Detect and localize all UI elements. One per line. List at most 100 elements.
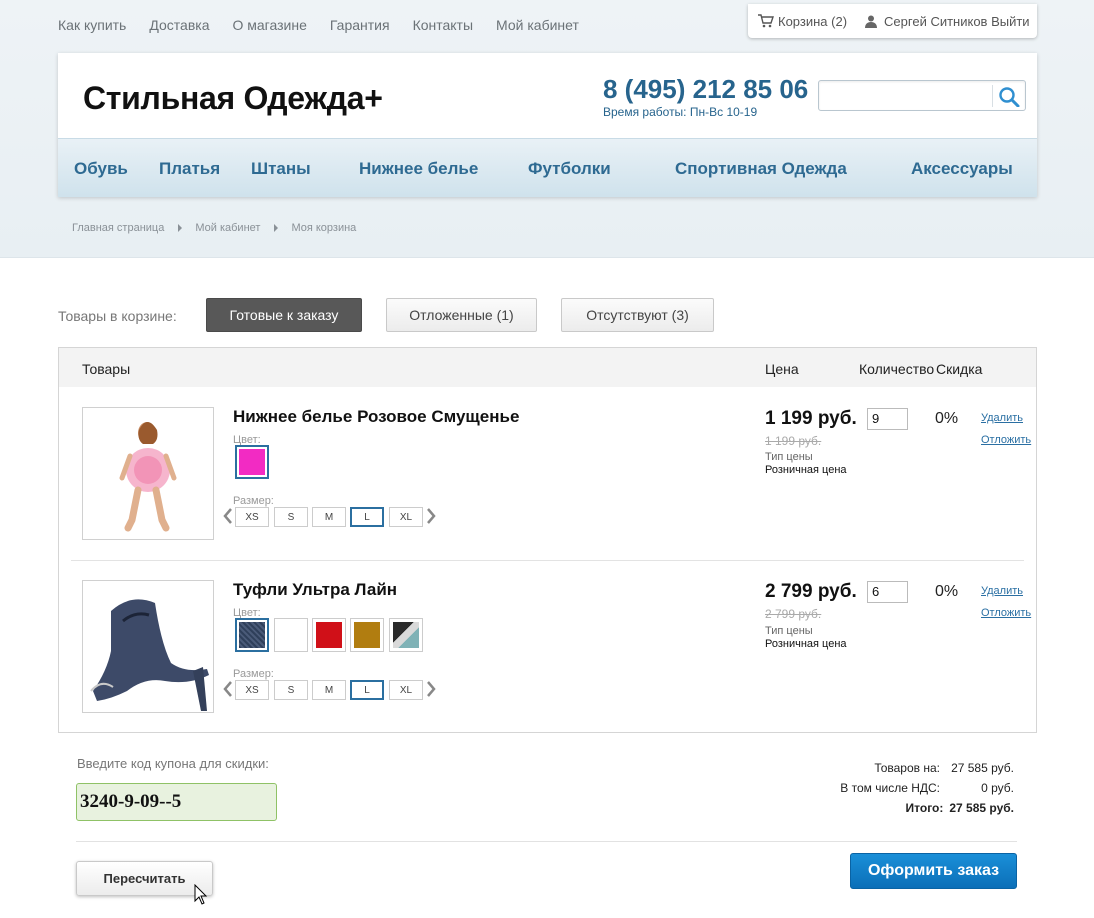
breadcrumb: Главная страница Мой кабинет Моя корзина [72,222,356,234]
size-option[interactable]: M [312,680,346,700]
col-discount: Скидка [936,361,983,377]
search-separator [992,85,993,107]
price-type-label: Тип цены [765,451,813,463]
search-input[interactable] [818,80,1026,111]
breadcrumb-home[interactable]: Главная страница [72,222,164,234]
top-nav-account[interactable]: Мой кабинет [496,17,579,33]
col-products: Товары [82,361,131,377]
col-price: Цена [765,361,799,377]
category-shoes[interactable]: Обувь [74,159,128,179]
size-option[interactable]: S [274,680,308,700]
top-nav-how-to-buy[interactable]: Как купить [58,17,126,33]
category-accessories[interactable]: Аксессуары [911,159,1013,179]
product-old-price: 1 199 руб. [765,434,822,448]
phone-number: 8 (495) 212 85 06 [603,74,809,104]
product-old-price: 2 799 руб. [765,607,822,621]
color-swatch-gold[interactable] [350,618,384,652]
divider [76,841,1017,842]
search-icon[interactable] [998,86,1020,107]
top-nav: Как купить Доставка О магазине Гарантия … [58,17,602,33]
cart-link[interactable]: Корзина (2) [778,14,847,29]
size-label: Размер: [233,495,274,507]
user-icon [865,15,878,28]
breadcrumb-arrow-icon [274,224,279,232]
postpone-link[interactable]: Отложить [981,434,1031,446]
grand-total-value: 27 585 руб. [949,801,1014,815]
site-logo[interactable]: Стильная Одежда+ [83,80,383,117]
color-swatch-red[interactable] [312,618,346,652]
lingerie-figure-image [119,422,177,532]
mouse-cursor-icon [194,884,208,905]
top-nav-contacts[interactable]: Контакты [413,17,473,33]
vat-value: 0 руб. [981,781,1014,795]
size-option-selected[interactable]: L [350,680,384,700]
top-nav-warranty[interactable]: Гарантия [330,17,390,33]
coupon-input[interactable]: 3240-9-09--5 [76,783,277,821]
color-swatch-pink[interactable] [235,445,269,479]
product-discount: 0% [935,410,959,427]
top-nav-about[interactable]: О магазине [232,17,306,33]
quantity-input[interactable]: 6 [867,581,908,603]
checkout-button[interactable]: Оформить заказ [850,853,1017,889]
grand-total-label: Итого: [905,801,944,815]
quantity-input[interactable]: 9 [867,408,908,430]
user-box: Корзина (2) Сергей Ситников Выйти [748,4,1037,38]
size-option[interactable]: XL [389,507,423,527]
price-type-label: Тип цены [765,625,813,637]
product-image[interactable] [82,580,214,713]
product-image[interactable] [82,407,214,540]
breadcrumb-arrow-icon [178,224,183,232]
product-price: 1 199 руб. [765,408,857,429]
color-swatch-navy[interactable] [235,618,269,652]
category-tshirts[interactable]: Футболки [528,159,611,179]
coupon-label: Введите код купона для скидки: [77,756,269,771]
category-pants[interactable]: Штаны [251,159,311,179]
size-option[interactable]: S [274,507,308,527]
chevron-left-icon[interactable] [223,507,233,525]
chevron-right-icon[interactable] [426,507,436,525]
postpone-link[interactable]: Отложить [981,607,1031,619]
tab-postponed[interactable]: Отложенные (1) [386,298,537,332]
row-divider [71,560,1024,561]
color-swatch-white[interactable] [274,618,308,652]
color-swatch-pattern[interactable] [389,618,423,652]
size-option-selected[interactable]: L [350,507,384,527]
price-type: Розничная цена [765,464,847,476]
breadcrumb-account[interactable]: Мой кабинет [195,222,260,234]
product-discount: 0% [935,583,959,600]
work-hours: Время работы: Пн-Вс 10-19 [603,105,758,119]
shoe-image [90,599,209,711]
category-sportswear[interactable]: Спортивная Одежда [675,159,847,179]
category-dresses[interactable]: Платья [159,159,220,179]
chevron-right-icon[interactable] [426,680,436,698]
vat-label: В том числе НДС: [840,781,940,795]
size-option[interactable]: XS [235,507,269,527]
goods-total-label: Товаров на: [874,761,940,775]
top-nav-delivery[interactable]: Доставка [149,17,209,33]
product-name[interactable]: Туфли Ультра Лайн [233,580,397,600]
order-totals: Товаров на: 27 585 руб. В том числе НДС:… [840,758,1014,818]
col-qty: Количество [859,361,935,377]
size-option[interactable]: XL [389,680,423,700]
tabs-label: Товары в корзине: [58,308,177,324]
goods-total-value: 27 585 руб. [951,761,1014,775]
delete-link[interactable]: Удалить [981,585,1023,597]
header-card: Стильная Одежда+ 8 (495) 212 85 06 Время… [58,53,1037,197]
chevron-left-icon[interactable] [223,680,233,698]
cart-table: Товары Цена Количество Скидка Нижнее бел… [58,347,1037,733]
recalculate-button[interactable]: Пересчитать [76,861,213,896]
delete-link[interactable]: Удалить [981,412,1023,424]
tab-ready[interactable]: Готовые к заказу [206,298,362,332]
user-link[interactable]: Сергей Ситников Выйти [884,14,1030,29]
product-price: 2 799 руб. [765,581,857,602]
tab-missing[interactable]: Отсутствуют (3) [561,298,714,332]
size-option[interactable]: M [312,507,346,527]
size-option[interactable]: XS [235,680,269,700]
cart-table-header: Товары Цена Количество Скидка [59,348,1036,387]
size-label: Размер: [233,668,274,680]
product-name[interactable]: Нижнее белье Розовое Смущенье [233,407,519,427]
category-underwear[interactable]: Нижнее белье [359,159,478,179]
cart-icon[interactable] [758,14,774,28]
price-type: Розничная цена [765,638,847,650]
breadcrumb-current: Моя корзина [291,222,357,234]
